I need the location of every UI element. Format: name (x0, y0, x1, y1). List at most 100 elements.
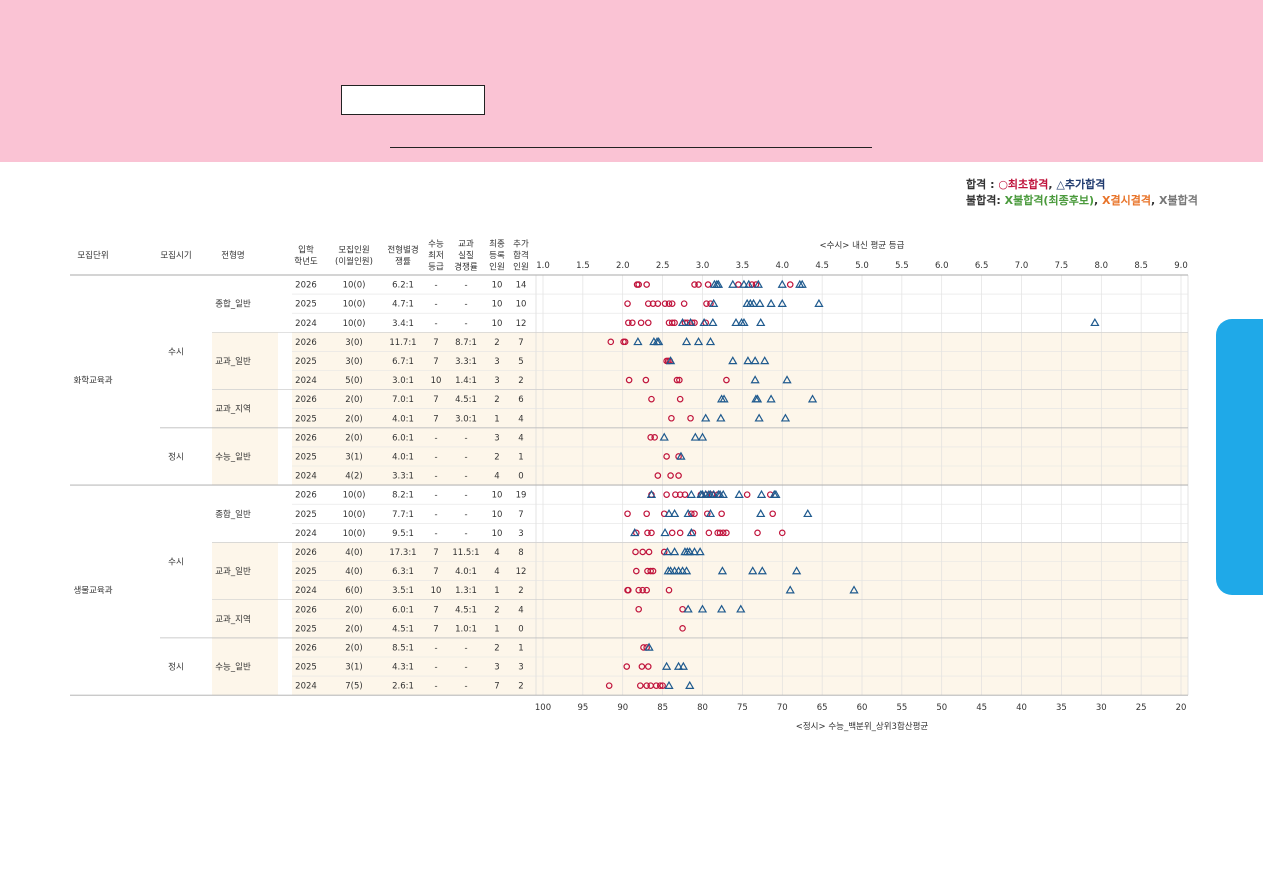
cell-ratio: 4.0:1 (392, 414, 414, 424)
cell-ratio: 6.7:1 (392, 357, 414, 367)
cell-min-grade: 7 (433, 395, 438, 405)
admission-scatter-chart: 모집단위 모집시기 전형명입학학년도모집인원(이월인원)전형별경쟁률수능최저등급교과… (70, 239, 1189, 732)
cell-quota: 6(0) (345, 586, 362, 596)
circle-mark (705, 529, 713, 537)
cell-added: 19 (516, 491, 527, 501)
triangle-mark (1090, 317, 1100, 327)
top-axis-tick: 5.5 (895, 261, 909, 271)
cell-min-grade: - (434, 319, 437, 329)
header-type: 전형명 (221, 250, 244, 261)
time-name: 정시 (168, 662, 184, 673)
header-min-grade: 최저 (428, 250, 444, 261)
bottom-axis-tick: 35 (1056, 703, 1067, 713)
cell-registered: 2 (494, 395, 499, 405)
header-ratio: 전형별경 (387, 244, 418, 255)
cell-registered: 2 (494, 643, 499, 653)
cell-added: 10 (516, 300, 527, 310)
cell-registered: 2 (494, 338, 499, 348)
circle-mark (643, 281, 650, 288)
type-name: 수능_일반 (215, 662, 251, 673)
header-registered: 등록 (489, 251, 505, 261)
cell-min-grade: - (434, 682, 437, 692)
top-axis-tick: 6.0 (935, 261, 949, 271)
header-registered: 최종 (489, 239, 505, 250)
bottom-axis-tick: 95 (577, 703, 588, 713)
cell-added: 0 (518, 624, 523, 634)
top-axis-tick: 7.5 (1055, 261, 1069, 271)
cell-quota: 2(0) (345, 643, 362, 653)
cell-registered: 3 (494, 433, 499, 443)
cell-quota: 2(0) (345, 433, 362, 443)
row-band (292, 637, 1188, 696)
cell-real-ratio: - (464, 643, 467, 653)
bottom-axis-tick: 85 (657, 703, 668, 713)
cell-real-ratio: 3.3:1 (455, 357, 477, 367)
triangle-mark (755, 298, 765, 307)
triangle-mark (734, 489, 744, 498)
cell-registered: 2 (494, 452, 499, 462)
cell-min-grade: 7 (433, 357, 438, 367)
cell-quota: 10(0) (343, 529, 366, 539)
cell-year: 2025 (295, 357, 317, 367)
cell-real-ratio: 4.0:1 (455, 567, 477, 577)
cell-quota: 3(1) (345, 452, 362, 462)
cell-real-ratio: 3.0:1 (455, 414, 477, 424)
row-band (292, 542, 1188, 600)
triangle-mark (686, 489, 696, 498)
top-axis-tick: 2.5 (656, 261, 670, 271)
cell-real-ratio: - (464, 529, 467, 539)
top-axis-tick: 4.0 (775, 261, 789, 271)
cell-registered: 4 (494, 472, 499, 482)
cell-registered: 3 (494, 376, 499, 386)
triangle-mark (669, 508, 680, 518)
cell-year: 2025 (295, 663, 317, 673)
type-name: 교과_지역 (215, 614, 251, 625)
cell-ratio: 4.0:1 (392, 452, 414, 462)
circle-mark (663, 491, 670, 498)
cell-added: 7 (518, 510, 523, 520)
triangle-mark (756, 317, 766, 327)
header-added: 인원 (513, 262, 529, 273)
cell-real-ratio: 8.7:1 (455, 338, 477, 348)
header-unit: 모집단위 (77, 250, 108, 261)
bottom-axis-tick: 60 (857, 703, 868, 713)
cell-year: 2026 (295, 281, 317, 291)
bottom-axis-tick: 80 (697, 703, 708, 713)
cell-quota: 10(0) (343, 491, 366, 501)
header-added: 합격 (513, 250, 529, 261)
circle-mark (624, 300, 631, 307)
circle-mark (695, 281, 702, 288)
type-name: 교과_일반 (215, 356, 251, 367)
cell-quota: 10(0) (343, 281, 366, 291)
unit-name: 생물교육과 (73, 585, 112, 596)
cell-min-grade: - (434, 472, 437, 482)
circle-mark (786, 281, 794, 288)
cell-min-grade: - (434, 491, 437, 501)
circle-mark (680, 300, 688, 307)
time-name: 수시 (168, 558, 184, 568)
cell-quota: 2(0) (345, 395, 362, 405)
top-axis-label: <수시> 내신 평균 등급 (820, 240, 905, 251)
cell-real-ratio: - (464, 452, 467, 462)
cell-real-ratio: 11.5:1 (452, 548, 479, 558)
cell-quota: 10(0) (343, 300, 366, 310)
type-name: 종합_일반 (215, 299, 251, 310)
cell-year: 2024 (295, 319, 317, 329)
top-axis-tick: 1.0 (536, 261, 550, 271)
cell-real-ratio: - (464, 491, 467, 501)
cell-year: 2026 (295, 605, 317, 615)
cell-min-grade: 7 (433, 624, 438, 634)
cell-registered: 10 (492, 491, 503, 501)
cell-year: 2025 (295, 510, 317, 520)
cell-year: 2025 (295, 452, 317, 462)
header-real-ratio: 경쟁률 (454, 262, 478, 273)
cell-quota: 4(0) (345, 567, 362, 577)
bottom-axis-tick: 50 (936, 703, 947, 713)
cell-year: 2026 (295, 548, 317, 558)
time-name: 정시 (168, 451, 184, 462)
cell-min-grade: 7 (433, 548, 438, 558)
top-axis-tick: 7.0 (1015, 261, 1029, 271)
header-real-ratio: 실질 (458, 250, 474, 261)
cell-real-ratio: - (464, 300, 467, 310)
cell-ratio: 7.0:1 (392, 395, 414, 405)
